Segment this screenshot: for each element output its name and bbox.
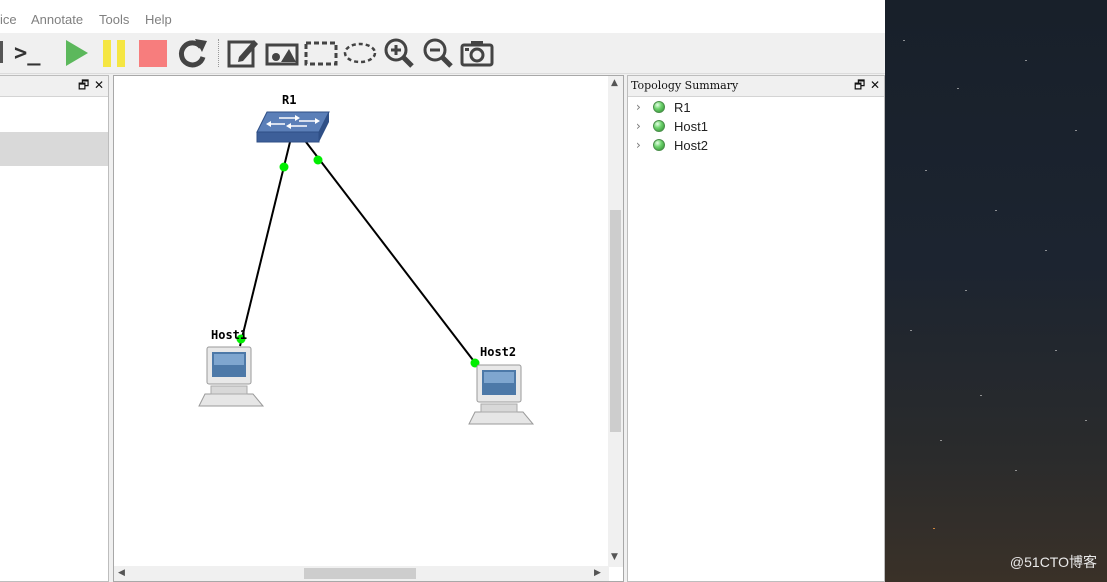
star-dot [940,440,942,441]
scroll-down-icon[interactable]: ▼ [611,552,618,562]
computer-icon-host2[interactable] [468,364,535,425]
add-note-button[interactable] [225,35,261,71]
left-dock-float-button[interactable]: 🗗 [78,77,89,93]
star-dot [1015,470,1017,471]
start-all-icon [66,40,88,66]
link-r1-host2[interactable] [305,141,477,365]
chevron-right-icon[interactable]: › [636,138,641,152]
star-dot [1075,130,1077,131]
screenshot-icon [460,41,494,67]
reload-all-button[interactable] [174,35,210,71]
console-button[interactable]: >_ [12,35,48,71]
summary-item-label: Host2 [674,138,708,153]
console-glyph: >_ [14,41,41,66]
stop-all-icon [139,40,167,67]
link-status-r1-host1-a [279,162,289,172]
zoom-in-button[interactable] [381,35,417,71]
menu-tools[interactable]: Tools [99,12,129,27]
topology-summary-close-button[interactable]: ✕ [870,77,880,93]
left-dock-header: 🗗 ✕ [0,76,108,97]
star-dot [957,88,959,89]
reload-all-icon [178,39,207,68]
star-dot [933,528,935,529]
topology-summary-header: Topology Summary 🗗 ✕ [628,76,884,97]
left-dock: 🗗 ✕ [0,75,109,582]
switch-icon[interactable] [256,111,330,143]
menu-bar: ice Annotate Tools Help [0,0,885,33]
chevron-right-icon[interactable]: › [636,100,641,114]
screenshot-button[interactable] [459,35,495,71]
suspend-all-icon [103,40,125,67]
node-label-host2[interactable]: Host2 [480,345,516,359]
console-icon: >_ [14,41,41,66]
star-dot [1045,250,1047,251]
summary-item-host1[interactable]: › Host1 [628,117,878,136]
vertical-scroll-thumb[interactable] [610,210,621,432]
status-led-icon [653,139,665,151]
horizontal-scroll-thumb[interactable] [304,568,416,579]
draw-ellipse-button[interactable] [342,35,378,71]
topology-summary-float-button[interactable]: 🗗 [854,77,865,93]
star-dot [1085,420,1087,421]
insert-picture-button[interactable] [264,35,300,71]
topology-summary-dock: Topology Summary 🗗 ✕ › R1 › Host1 › Host… [627,75,885,582]
node-label-host1[interactable]: Host1 [211,328,247,342]
star-dot [980,395,982,396]
summary-item-label: Host1 [674,119,708,134]
status-led-icon [653,101,665,113]
zoom-out-button[interactable] [420,35,456,71]
summary-item-label: R1 [674,100,691,115]
zoom-out-icon [423,38,453,68]
insert-picture-icon [265,43,299,66]
left-dock-selected-item[interactable] [0,132,108,166]
node-label-r1[interactable]: R1 [282,93,296,107]
scroll-up-icon[interactable]: ▲ [611,78,618,88]
menu-device[interactable]: ice [0,12,17,27]
topology-summary-title: Topology Summary [631,79,739,92]
watermark-text: @51CTO博客 [1009,554,1097,570]
toolbar: >_ [0,33,885,74]
link-status-r1-host2-a [313,155,323,165]
topology-canvas[interactable]: R1 Host1 Host2 ▲ ▼ ◀ ▶ [113,75,624,582]
scroll-left-icon[interactable]: ◀ [118,568,125,578]
link-r1-host1[interactable] [239,141,291,347]
canvas-horizontal-scrollbar[interactable]: ◀ ▶ [114,566,609,581]
menu-help[interactable]: Help [145,12,172,27]
star-dot [925,170,927,171]
star-dot [1055,350,1057,351]
topology-drawing [198,111,535,425]
scroll-right-icon[interactable]: ▶ [594,568,601,578]
start-all-button[interactable] [58,35,94,71]
star-dot [995,210,997,211]
status-led-icon [653,120,665,132]
canvas-vertical-scrollbar[interactable]: ▲ ▼ [608,76,623,567]
star-dot [965,290,967,291]
toolbar-separator [218,39,219,67]
star-dot [903,40,905,41]
computer-icon-host1[interactable] [198,346,265,407]
zoom-in-icon [384,38,414,68]
gns3-window: ice Annotate Tools Help >_ 🗗 ✕ R1 Host1 … [0,0,885,582]
summary-item-host2[interactable]: › Host2 [628,136,878,155]
stop-all-button[interactable] [135,35,171,71]
menu-annotate[interactable]: Annotate [31,12,83,27]
star-dot [1025,60,1027,61]
draw-rectangle-button[interactable] [303,35,339,71]
star-dot [910,330,912,331]
suspend-all-button[interactable] [96,35,132,71]
left-dock-close-button[interactable]: ✕ [94,77,104,93]
draw-ellipse-icon [343,42,377,64]
chevron-right-icon[interactable]: › [636,119,641,133]
desktop-background: @51CTO博客 [885,0,1107,582]
add-note-icon [227,40,258,68]
draw-rectangle-icon [304,41,338,66]
summary-item-r1[interactable]: › R1 [628,98,878,117]
